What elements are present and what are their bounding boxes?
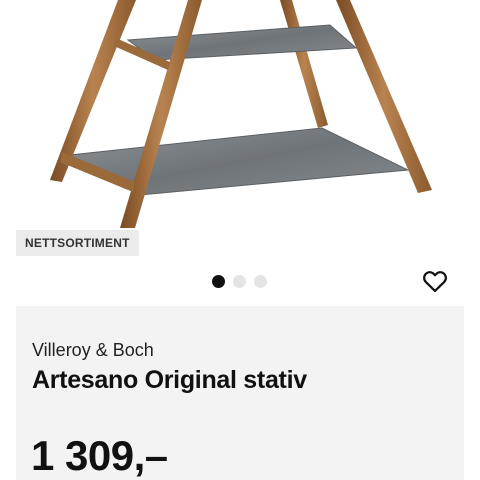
carousel-dot-2[interactable] [233, 275, 246, 288]
carousel-indicator [212, 275, 267, 288]
back-right-leg [280, 0, 328, 128]
upper-shelf [126, 24, 358, 61]
product-image[interactable] [0, 0, 480, 228]
product-price: 1 309,– [31, 432, 168, 479]
front-leg [120, 0, 202, 228]
heart-outline-icon [423, 271, 447, 293]
favorite-button[interactable] [421, 267, 449, 295]
assortment-badge: NETTSORTIMENT [16, 230, 139, 256]
carousel-dot-3[interactable] [254, 275, 267, 288]
carousel-dot-1[interactable] [212, 275, 225, 288]
product-brand[interactable]: Villeroy & Boch [32, 340, 154, 361]
product-title: Artesano Original stativ [32, 366, 307, 394]
product-photo [50, 0, 432, 228]
